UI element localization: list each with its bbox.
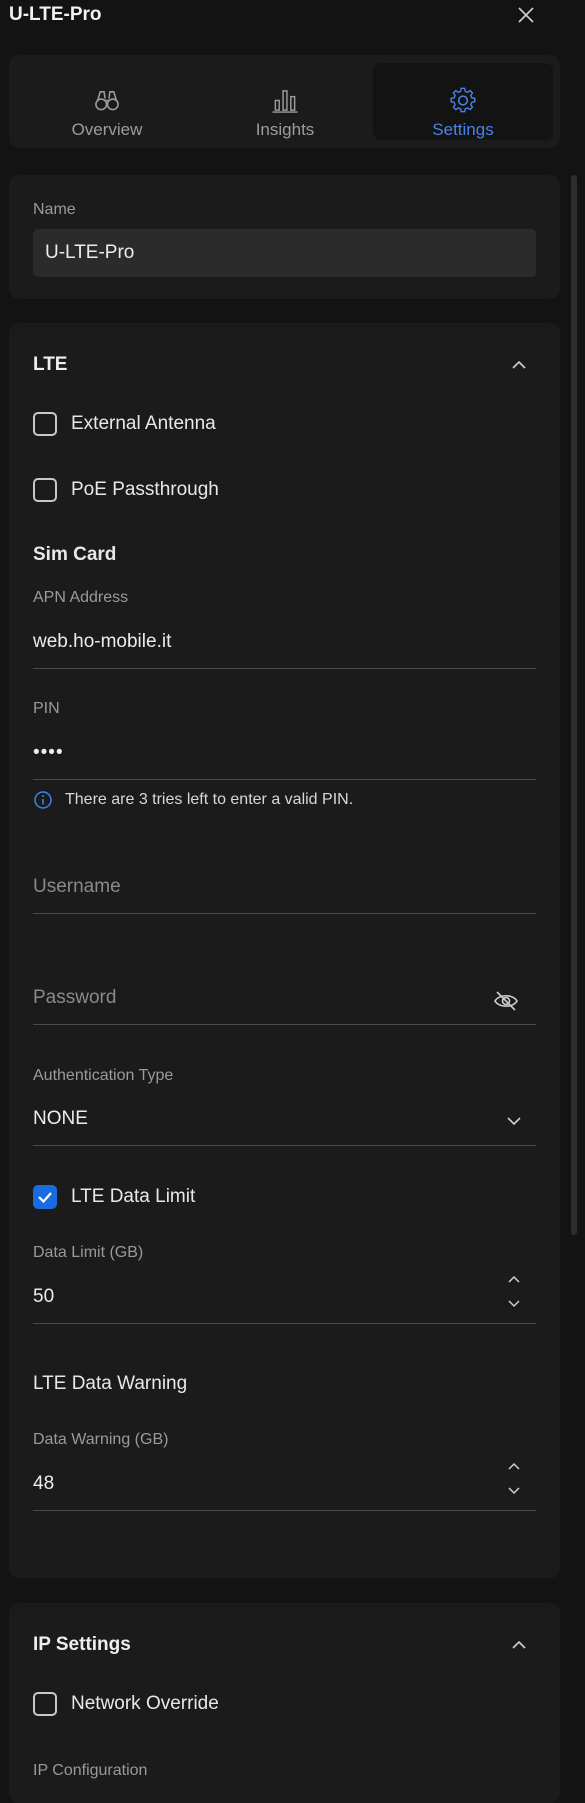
pin-label: PIN [33,700,60,717]
tab-settings-label: Settings [432,120,494,139]
name-card: Name [9,175,560,299]
external-antenna-label: External Antenna [71,413,216,434]
tab-bar: Overview Insights Settings [9,55,560,148]
dropdown-chevron[interactable] [503,1110,525,1132]
close-icon [518,7,534,23]
username-input[interactable]: Username [33,866,536,914]
network-override-checkbox[interactable]: Network Override [33,1691,219,1717]
lte-data-limit-label: LTE Data Limit [71,1186,196,1207]
auth-type-label: Authentication Type [33,1067,174,1084]
data-warning-label: Data Warning (GB) [33,1431,169,1448]
pin-info-message: There are 3 tries left to enter a valid … [33,790,353,810]
bar-chart-icon [272,90,298,113]
tab-settings[interactable]: Settings [373,63,553,140]
apn-input[interactable]: web.ho-mobile.it [33,621,536,669]
network-override-label: Network Override [71,1693,219,1714]
tab-insights-label: Insights [255,120,315,139]
name-input[interactable] [33,229,536,277]
panel-title: U-LTE-Pro [9,4,102,25]
username-placeholder: Username [33,876,121,897]
data-warning-value: 48 [33,1473,55,1494]
data-limit-input[interactable]: 50 [33,1275,536,1324]
info-icon [34,791,52,809]
lte-data-limit-checkbox[interactable]: LTE Data Limit [33,1184,195,1210]
data-limit-label: Data Limit (GB) [33,1244,144,1261]
data-warning-stepper[interactable] [503,1457,525,1501]
panel-header: U-LTE-Pro [0,0,585,40]
pin-value: •••• [33,742,64,763]
gear-icon [450,87,476,113]
check-icon [38,1192,52,1204]
ip-settings-card: IP Settings Network Override IP Configur… [9,1603,560,1803]
password-input[interactable]: Password [33,977,536,1025]
chevron-up-icon [512,1640,526,1649]
tab-overview-label: Overview [71,120,143,139]
apn-value: web.ho-mobile.it [33,631,172,652]
eye-off-icon [494,991,518,1011]
sim-card-heading: Sim Card [33,544,117,565]
checkbox-box[interactable] [33,412,57,436]
pin-info-text: There are 3 tries left to enter a valid … [65,791,354,808]
data-limit-stepper[interactable] [503,1270,525,1314]
lte-section-title: LTE [33,354,68,375]
ip-settings-title: IP Settings [33,1634,131,1655]
scrollbar[interactable] [571,175,577,1235]
auth-type-select[interactable]: NONE [33,1098,536,1146]
external-antenna-checkbox[interactable]: External Antenna [33,411,216,437]
data-warning-input[interactable]: 48 [33,1462,536,1511]
checkbox-box[interactable] [33,1185,57,1209]
stepper-arrows-icon [508,1275,520,1308]
chevron-up-icon [512,360,526,369]
data-limit-value: 50 [33,1286,55,1307]
apn-label: APN Address [33,589,129,606]
stepper-arrows-icon [508,1462,520,1495]
auth-type-value: NONE [33,1108,88,1129]
lte-collapse-button[interactable] [507,353,531,377]
ip-settings-collapse-button[interactable] [507,1633,531,1657]
binoculars-icon [95,91,119,111]
tab-insights[interactable]: Insights [195,63,375,140]
checkbox-box[interactable] [33,478,57,502]
password-placeholder: Password [33,987,117,1008]
ip-configuration-label: IP Configuration [33,1762,148,1779]
name-label: Name [33,201,76,218]
lte-card: LTE External Antenna PoE Passthrough Sim… [9,323,560,1578]
pin-input[interactable]: •••• [33,732,536,780]
tab-overview[interactable]: Overview [17,63,197,140]
poe-passthrough-label: PoE Passthrough [71,479,219,500]
data-warning-heading: LTE Data Warning [33,1373,188,1394]
poe-passthrough-checkbox[interactable]: PoE Passthrough [33,477,219,503]
checkbox-box[interactable] [33,1692,57,1716]
chevron-down-icon [507,1117,521,1126]
toggle-password-visibility-button[interactable] [493,988,519,1014]
close-button[interactable] [514,3,538,27]
